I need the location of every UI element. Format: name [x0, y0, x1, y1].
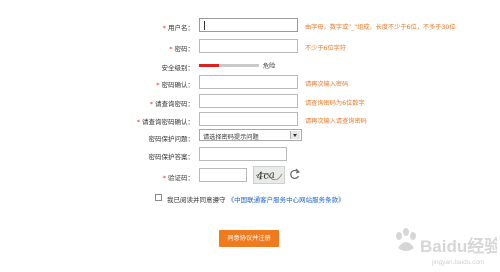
confirm-query-password-input[interactable] — [199, 112, 298, 126]
password-strength-bar — [199, 64, 259, 67]
password-row: * 密码： 不少于6位字符 — [0, 39, 500, 55]
required-star: * — [169, 45, 173, 53]
captcha-glyphs: 4ca — [255, 170, 283, 183]
password-strength-row: 安全级别： 危险 — [0, 58, 500, 74]
query-password-row: * 请查询密码： 请查询密码为6位数字 — [0, 94, 500, 110]
username-hint: 由字母，数字或"_"组成，长度不少于6位，不多于30位 — [305, 24, 456, 31]
svg-text:Baidu经验: Baidu经验 — [420, 236, 497, 256]
terms-link[interactable]: 《中国联通客户服务中心网站服务条款》 — [228, 196, 345, 204]
required-star: * — [136, 118, 140, 126]
agree-and-register-button[interactable]: 同意协议并注册 — [219, 230, 279, 247]
confirm-query-password-row: * 请查询密码确认： 请再次输入请查询密码 — [0, 112, 500, 128]
captcha-label: * 验证码： — [162, 174, 194, 182]
security-answer-input[interactable] — [199, 147, 287, 161]
password-input[interactable] — [199, 39, 298, 53]
captcha-input[interactable] — [199, 168, 247, 182]
security-answer-label: 密码保护答案： — [148, 153, 195, 161]
password-label: * 密码： — [169, 45, 194, 53]
refresh-icon[interactable] — [289, 167, 301, 181]
baidu-jingyan-watermark: Baidu经验 jingyan.baidu.com — [392, 222, 500, 270]
dropdown-arrow-icon[interactable] — [290, 131, 300, 139]
confirm-password-label: * 密码确认： — [156, 81, 194, 89]
username-label: * 用户名： — [162, 24, 194, 32]
username-row: * 用户名： 由字母，数字或"_"组成，长度不少于6位，不多于30位 — [0, 18, 500, 34]
username-input[interactable] — [199, 18, 298, 32]
security-question-row: 密码保护问题： 请选择密码提示问题 — [0, 129, 500, 145]
confirm-password-row: * 密码确认： 请再次输入密码 — [0, 75, 500, 91]
confirm-password-hint: 请再次输入密码 — [305, 81, 349, 88]
captcha-row: * 验证码： 4ca — [0, 166, 500, 184]
text-caret — [204, 21, 205, 30]
agreement-row: 我已阅读并同意遵守 《中国联通客户服务中心网站服务条款》 — [0, 192, 500, 206]
security-question-label: 密码保护问题： — [148, 135, 195, 143]
confirm-query-password-label: * 请查询密码确认： — [136, 118, 194, 126]
strength-label: 安全级别： — [161, 64, 195, 72]
password-hint: 不少于6位字符 — [305, 45, 347, 52]
password-strength-fill — [199, 64, 219, 67]
svg-text:4ca: 4ca — [255, 170, 275, 183]
confirm-password-input[interactable] — [199, 75, 298, 89]
strength-text: 危险 — [263, 63, 276, 70]
security-question-select[interactable]: 请选择密码提示问题 — [199, 129, 302, 141]
required-star: * — [156, 81, 160, 89]
query-password-hint: 请查询密码为6位数字 — [305, 100, 365, 107]
required-star: * — [162, 24, 166, 32]
security-question-value: 请选择密码提示问题 — [203, 134, 259, 141]
query-password-label: * 请查询密码： — [149, 100, 194, 108]
security-answer-row: 密码保护答案： — [0, 147, 500, 163]
svg-text:jingyan.baidu.com: jingyan.baidu.com — [431, 259, 484, 266]
captcha-image[interactable]: 4ca — [253, 166, 285, 184]
required-star: * — [149, 100, 153, 108]
query-password-input[interactable] — [199, 94, 298, 108]
baidu-watermark-logo: Baidu经验 jingyan.baidu.com — [396, 228, 500, 266]
agreement-checkbox[interactable] — [155, 194, 162, 201]
confirm-query-password-hint: 请再次输入请查询密码 — [305, 118, 367, 125]
required-star: * — [162, 174, 166, 182]
agreement-text: 我已阅读并同意遵守 《中国联通客户服务中心网站服务条款》 — [167, 196, 345, 204]
